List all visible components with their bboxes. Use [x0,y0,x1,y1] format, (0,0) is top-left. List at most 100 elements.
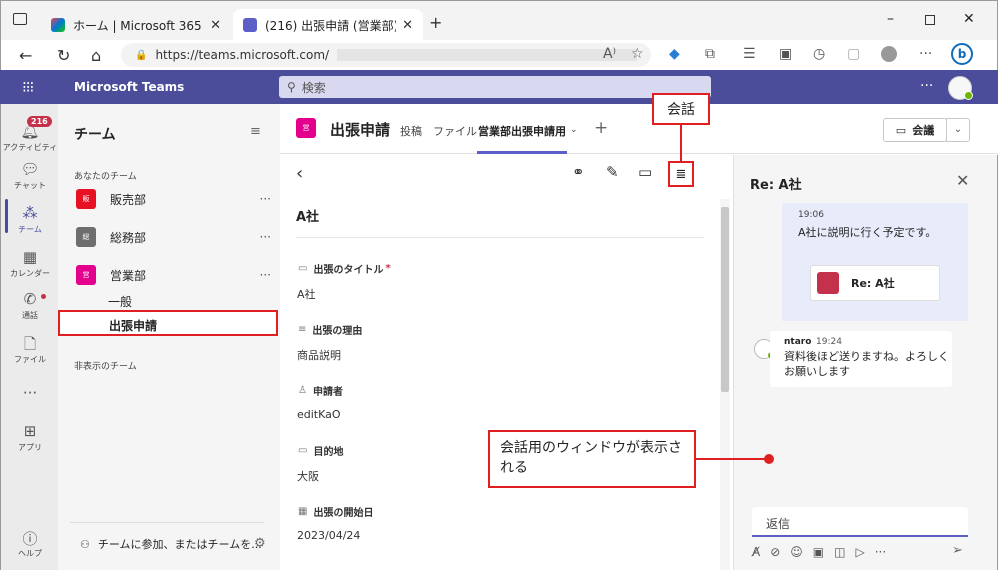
bing-icon[interactable]: b [951,43,973,65]
meet-dropdown[interactable]: ⌄ [946,118,970,142]
attach-icon[interactable]: ⊘ [770,545,780,559]
browser-tab-m365[interactable]: ホーム | Microsoft 365 ✕ [41,9,231,41]
chevron-down-icon[interactable]: ⌄ [570,125,578,135]
close-tab-icon[interactable]: ✕ [402,18,413,33]
url-field[interactable]: 🔒 https://teams.microsoft.com/ [121,43,651,67]
meet-button[interactable]: ▭ 会議 [883,118,947,142]
field-value-reason[interactable]: 商品説明 [297,347,341,363]
field-value-start-date[interactable]: 2023/04/24 [297,529,360,542]
rail-item-help[interactable]: ⓘ ヘルプ [1,528,59,559]
more-options-icon[interactable]: ··· [920,78,933,94]
file-icon: 🗋︎ [23,335,37,353]
more-options-icon[interactable]: ··· [260,192,271,206]
conversation-button[interactable]: ≣ [668,161,694,187]
field-value-destination[interactable]: 大阪 [297,468,319,484]
callout-conversation: 会話 [652,93,710,125]
minimize-icon[interactable]: – [887,11,894,27]
video-icon: ▭ [895,123,907,137]
format-icon[interactable]: A̸ [752,545,760,559]
tab-actions-icon[interactable] [13,13,27,25]
message-text: 資料後ほど送りますね。よろしくお願いします [784,350,949,378]
add-tab-icon[interactable]: + [594,118,608,138]
rail-item-chat[interactable]: 💬︎ チャット [1,160,59,191]
refresh-icon[interactable]: ↻ [57,46,70,65]
tab-posts[interactable]: 投稿 [400,123,422,139]
app-launcher-icon[interactable]: ⁝⁝⁝ [22,78,34,96]
back-icon[interactable]: ← [19,46,32,65]
new-tab-icon[interactable]: + [429,13,442,32]
field-label-text: 出張の理由 [312,326,363,337]
rail-label: チーム [18,225,42,234]
team-avatar: 営 [76,265,96,285]
favorite-add-icon[interactable]: ☆ [631,46,644,62]
browser-tab-teams[interactable]: (216) 出張申請 (営業部) | Microsoft Teams ✕ [233,9,423,41]
sticker-icon[interactable]: ◫ [834,545,845,559]
rail-label: カレンダー [10,269,50,278]
search-input[interactable]: ⚲ 検索 [279,76,711,98]
callout-text: 会話 [667,102,695,118]
scrollbar-thumb[interactable] [721,207,729,392]
channel-general[interactable]: 一般 [108,293,132,310]
field-value-applicant[interactable]: editKaO [297,408,341,421]
extension-icon[interactable]: ◆ [669,46,680,62]
close-window-icon[interactable]: ✕ [963,11,975,27]
edit-icon[interactable]: ✎ [606,163,619,181]
rail-item-files[interactable]: 🗋︎ ファイル [1,334,59,365]
rail-item-teams[interactable]: ⁂ チーム [1,204,59,235]
callout-window-note: 会話用のウィンドウが表示される [488,430,696,488]
more-options-icon[interactable]: ··· [260,230,271,244]
item-card[interactable]: Re: A社 [810,265,940,301]
comment-icon[interactable]: ▭ [638,163,652,181]
tab-files[interactable]: ファイル [433,123,477,139]
rail-item-calls[interactable]: ✆ 通話 [1,290,59,321]
avatar[interactable] [948,76,973,100]
emoji-icon[interactable]: ☺ [790,545,803,559]
search-placeholder: 検索 [301,80,326,95]
rail-active-indicator [5,199,8,233]
more-icon[interactable]: ··· [875,545,886,559]
close-tab-icon[interactable]: ✕ [210,18,221,33]
link-icon[interactable]: ⚭ [572,163,585,181]
teams-icon: ⁂ [22,204,38,222]
app-rail: 216 🔔︎ アクティビティ 💬︎ チャット ⁂ チーム ▦ カレンダー ✆ 通… [0,104,58,570]
maximize-icon[interactable] [925,15,935,25]
field-value-title[interactable]: A社 [297,286,316,302]
divider [296,237,704,238]
activity-badge: 216 [27,116,52,127]
home-icon[interactable]: ⌂ [91,46,101,65]
profile-icon[interactable] [881,46,897,62]
more-options-icon[interactable]: ··· [260,268,271,282]
puzzle-icon[interactable]: ⧉ [705,46,715,62]
hidden-teams-label[interactable]: 非表示のチーム [74,359,137,372]
reply-input[interactable]: 返信 [752,507,968,537]
chevron-down-icon: ⌄ [953,124,963,135]
gear-icon[interactable]: ⚙ [254,536,266,551]
tab-travel-list[interactable]: 営業部出張申請用 [478,123,566,139]
rail-item-calendar[interactable]: ▦ カレンダー [1,248,59,279]
more-icon: ··· [22,384,38,402]
back-icon[interactable]: ‹ [296,163,303,184]
channel-name: 出張申請 [109,319,158,333]
gif-icon[interactable]: ▣ [813,545,824,559]
read-aloud-icon[interactable]: A⁾ [603,46,616,62]
history-icon[interactable]: ◷ [813,46,825,62]
team-list-panel: チーム ≡ あなたのチーム 販 販売部 ··· 総 総務部 ··· 営 営業部 … [58,104,280,570]
collections-icon[interactable]: ▣ [779,46,792,62]
rail-item-activity[interactable]: 216 🔔︎ アクティビティ [1,114,59,153]
rail-item-apps[interactable]: ⊞ アプリ [1,422,59,453]
team-item-sales[interactable]: 販 販売部 ··· [76,188,271,210]
send-icon[interactable]: ➢ [952,543,963,558]
rail-item-more[interactable]: ··· [1,384,59,402]
filter-icon[interactable]: ≡ [250,124,261,139]
team-item-general-affairs[interactable]: 総 総務部 ··· [76,226,271,248]
close-icon[interactable]: ✕ [956,171,969,190]
notification-dot [41,294,46,299]
field-label-title: ▭ 出張のタイトル * [298,261,391,276]
split-screen-icon[interactable]: ▢ [847,46,860,62]
more-icon[interactable]: ··· [919,46,932,62]
join-team-button[interactable]: ⚇ チームに参加、またはチームを... [80,536,262,552]
team-item-business[interactable]: 営 営業部 ··· [76,264,271,286]
channel-travel-request[interactable]: 出張申請 [58,310,278,336]
schedule-icon[interactable]: ▷ [855,545,864,559]
favorites-icon[interactable]: ☰ [743,46,756,62]
